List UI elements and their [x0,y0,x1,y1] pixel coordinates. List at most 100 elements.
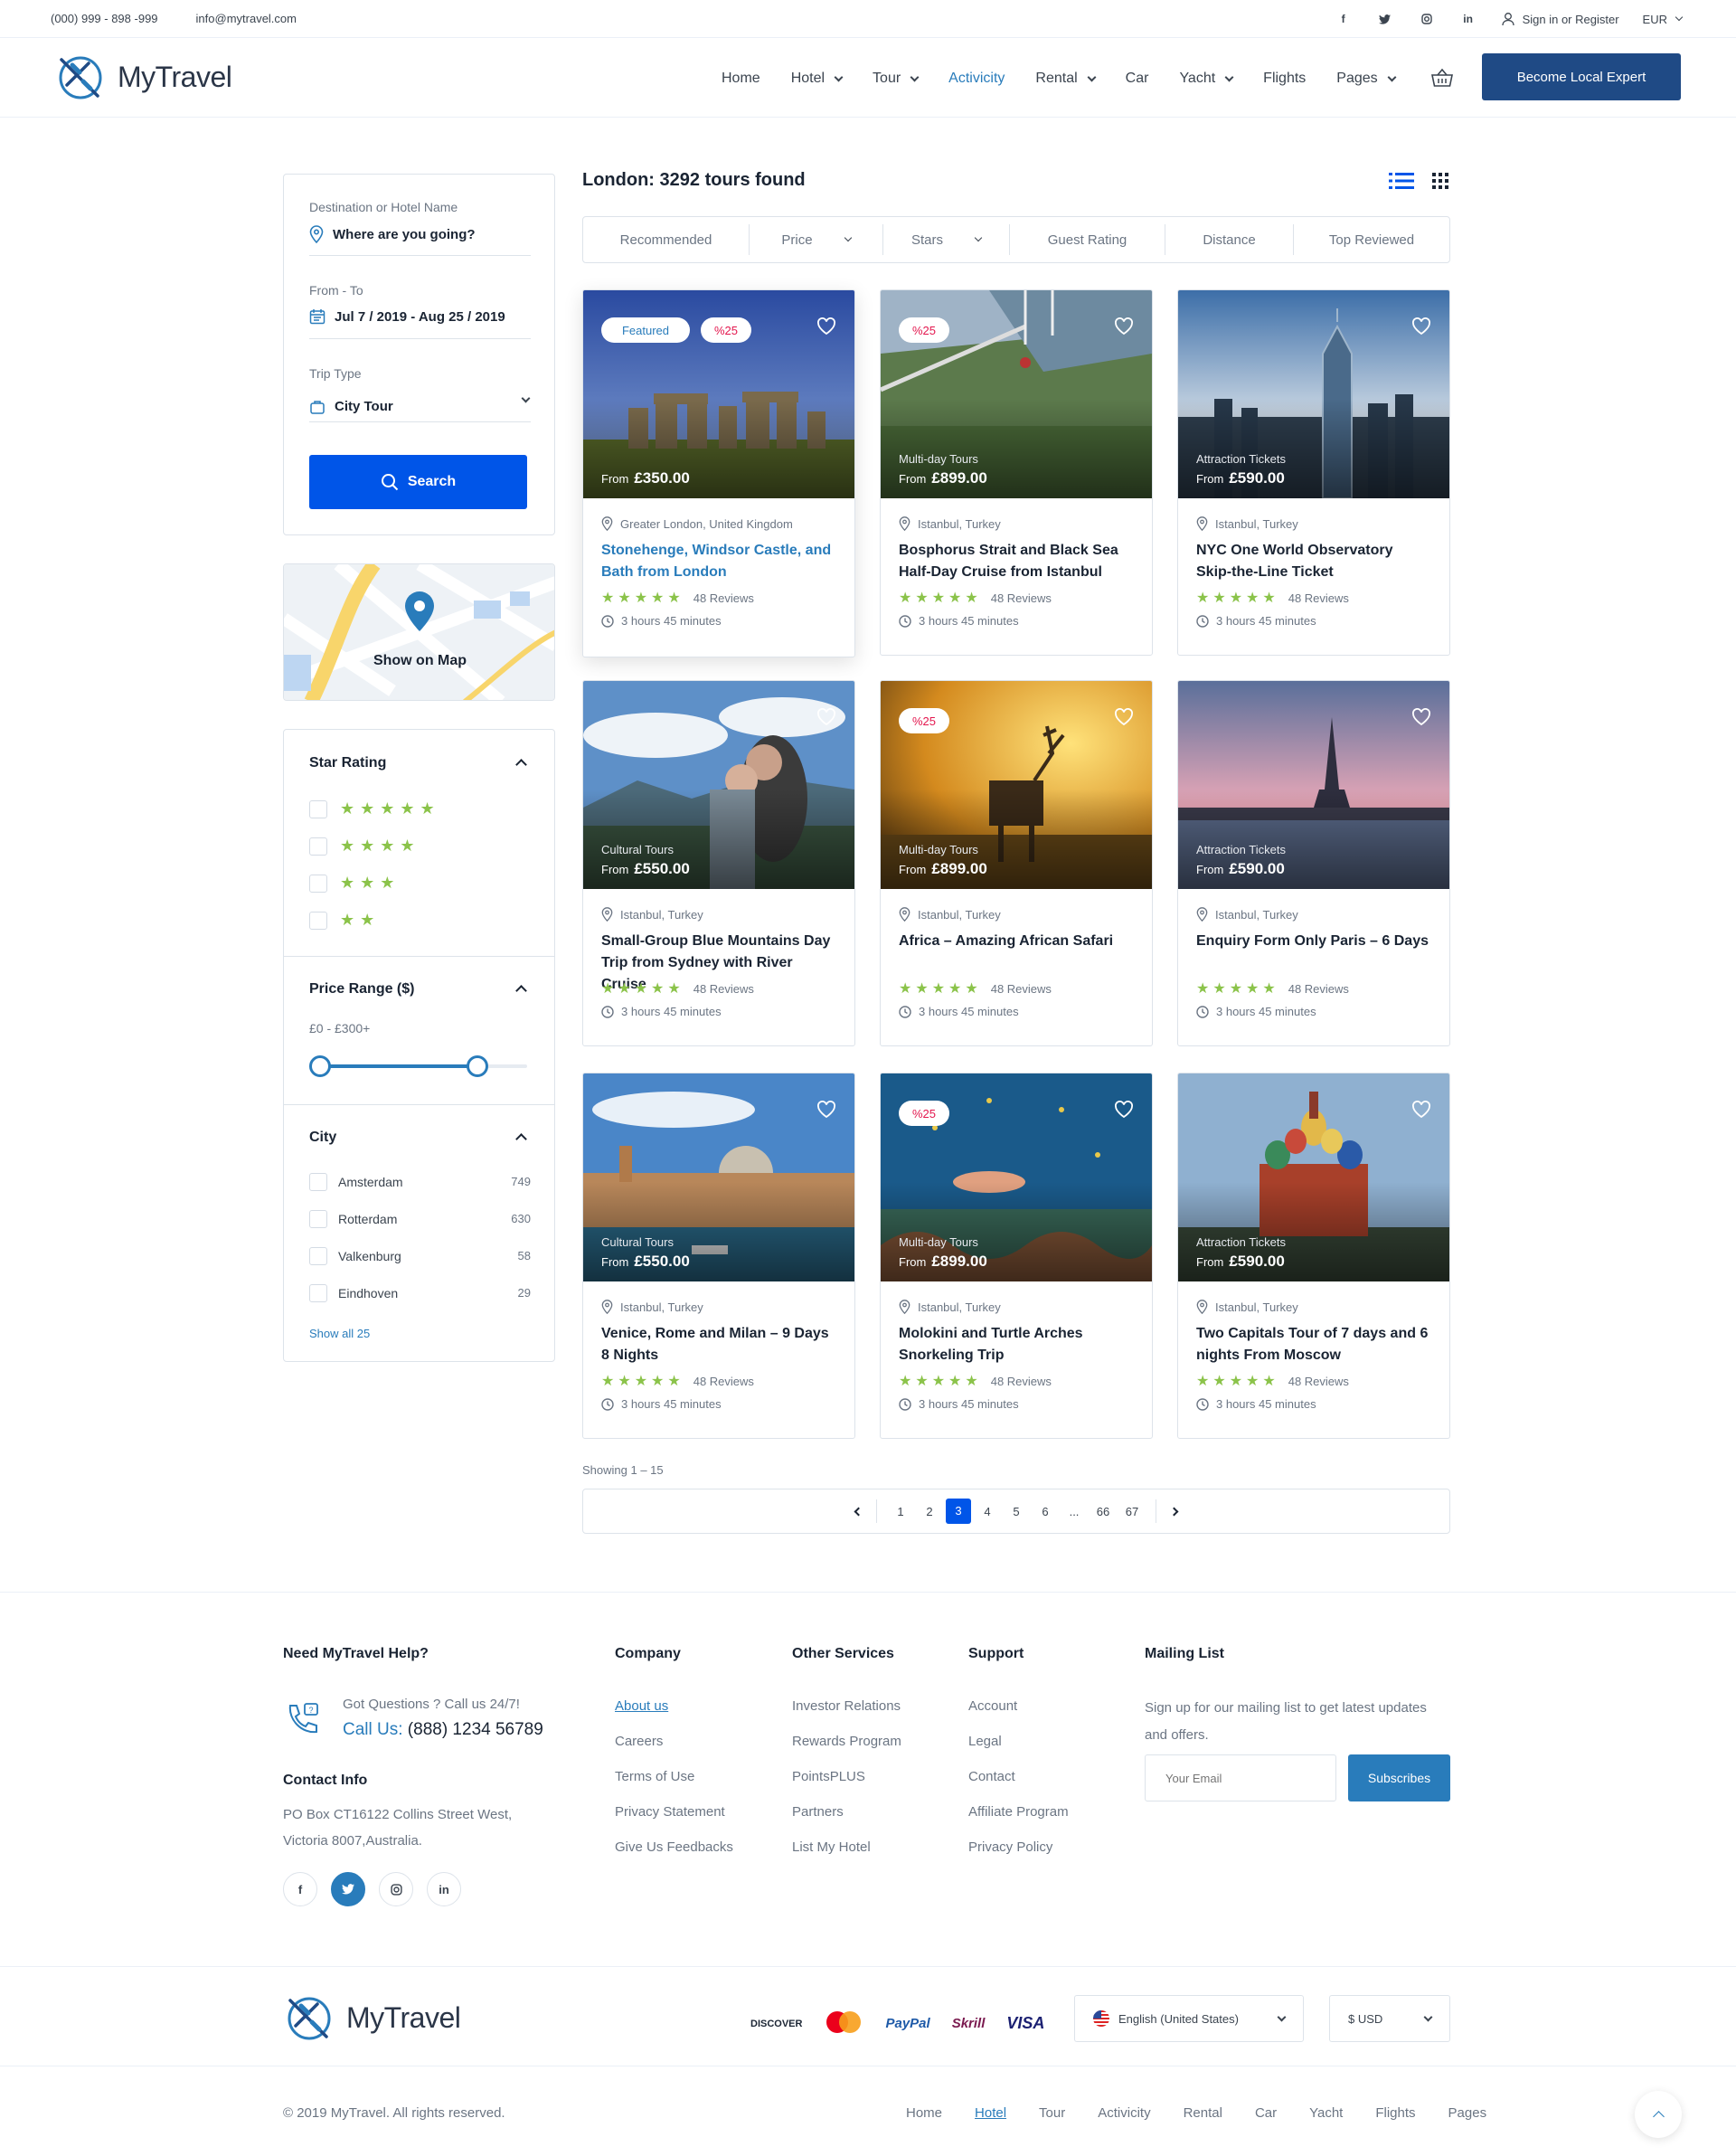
city-filter-eindhoven[interactable]: Eindhoven 29 [309,1281,531,1305]
show-on-map-card[interactable]: Show on Map [283,563,555,701]
destination-field[interactable]: Where are you going? [309,225,531,256]
call-us[interactable]: Call Us: (888) 1234 56789 [343,1720,543,1740]
tour-card[interactable]: %25 Multi-day Tours From £899.00 Istanbul, T… [880,680,1153,1046]
tour-image[interactable]: %25 Multi-day Tours From £899.00 [881,1073,1152,1281]
bottom-nav-pages[interactable]: Pages [1448,2105,1487,2121]
star-filter-2[interactable]: ★★ [309,908,440,932]
currency-select[interactable]: $ USD [1329,1995,1450,2042]
next-page-button[interactable] [1156,1499,1192,1523]
twitter-icon[interactable] [1376,10,1394,28]
grid-view-icon[interactable] [1432,173,1448,192]
checkbox[interactable] [309,837,327,856]
page-3[interactable]: 3 [946,1499,971,1524]
bottom-nav-yacht[interactable]: Yacht [1309,2105,1343,2121]
tour-card[interactable]: Attraction Tickets From £590.00 Istanbul, T… [1177,1073,1450,1439]
sort-tab-price[interactable]: Price [750,224,883,255]
bottom-nav-flights[interactable]: Flights [1375,2105,1415,2121]
logo[interactable]: MyTravel [54,51,232,103]
checkbox[interactable] [309,1246,327,1265]
tour-image[interactable]: Cultural Tours From £550.00 [583,1073,854,1281]
bottom-nav-activicity[interactable]: Activicity [1098,2105,1150,2121]
bottom-nav-tour[interactable]: Tour [1039,2105,1065,2121]
chevron-up-icon[interactable] [515,985,527,997]
nav-item-yacht[interactable]: Yacht [1179,71,1234,87]
tour-card[interactable]: Attraction Tickets From £590.00 Istanbul, T… [1177,680,1450,1046]
nav-item-tour[interactable]: Tour [873,71,920,87]
footer-link[interactable]: List My Hotel [792,1839,901,1855]
price-slider[interactable] [309,1055,527,1077]
star-filter-4[interactable]: ★★★★ [309,834,440,858]
sort-tab-stars[interactable]: Stars [883,224,1010,255]
star-filter-3[interactable]: ★★★ [309,871,440,895]
phone-text[interactable]: (000) 999 - 898 -999 [51,12,158,25]
tour-title[interactable]: Stonehenge, Windsor Castle, and Bath fro… [601,540,836,583]
email-text[interactable]: info@mytravel.com [196,12,297,25]
subscribe-button[interactable]: Subscribes [1348,1754,1450,1801]
chevron-up-icon[interactable] [515,1133,527,1145]
city-filter-valkenburg[interactable]: Valkenburg 58 [309,1243,531,1268]
footer-link[interactable]: Account [968,1698,1069,1714]
signin-link[interactable]: Sign in or Register [1501,12,1619,26]
heart-icon[interactable] [816,1101,836,1121]
footer-logo[interactable]: MyTravel [283,1991,461,2044]
chevron-up-icon[interactable] [515,759,527,771]
footer-link[interactable]: Partners [792,1804,901,1820]
heart-icon[interactable] [1114,1101,1134,1121]
tour-title[interactable]: Two Capitals Tour of 7 days and 6 nights… [1196,1323,1431,1366]
footer-link[interactable]: Terms of Use [615,1769,733,1784]
tour-title[interactable]: Africa – Amazing African Safari [899,931,1134,974]
heart-icon[interactable] [1114,317,1134,337]
footer-link[interactable]: About us [615,1698,733,1714]
trip-type-select[interactable]: City Tour [309,392,531,422]
heart-icon[interactable] [816,317,836,337]
heart-icon[interactable] [1411,317,1431,337]
prev-page-button[interactable] [841,1499,877,1523]
heart-icon[interactable] [1411,708,1431,728]
linkedin-icon[interactable]: in [1459,10,1477,28]
tour-image[interactable]: Attraction Tickets From £590.00 [1178,681,1449,889]
nav-item-flights[interactable]: Flights [1263,71,1306,87]
sort-tab-recommended[interactable]: Recommended [583,224,750,255]
language-select[interactable]: English (United States) [1074,1995,1304,2042]
page-1[interactable]: 1 [886,1505,915,1518]
tour-title[interactable]: Small-Group Blue Mountains Day Trip from… [601,931,836,992]
tour-card[interactable]: %25 Multi-day Tours From £899.00 Istanbul, T… [880,1073,1153,1439]
show-all-cities-link[interactable]: Show all 25 [309,1327,370,1340]
sort-tab-distance[interactable]: Distance [1165,224,1294,255]
nav-item-home[interactable]: Home [722,71,760,87]
facebook-icon[interactable]: f [283,1872,317,1906]
cart-icon[interactable] [1430,67,1454,91]
tour-title[interactable]: Enquiry Form Only Paris – 6 Days [1196,931,1431,974]
nav-item-rental[interactable]: Rental [1035,71,1097,87]
footer-link[interactable]: Rewards Program [792,1734,901,1749]
tour-title[interactable]: Venice, Rome and Milan – 9 Days 8 Nights [601,1323,836,1366]
tour-title[interactable]: Bosphorus Strait and Black Sea Half-Day … [899,540,1134,583]
tour-card[interactable]: %25 Multi-day Tours From £899.00 Istanbul, T… [880,289,1153,656]
heart-icon[interactable] [1114,708,1134,728]
tour-image[interactable]: Featured %25 From £350.00 [583,290,854,498]
tour-image[interactable]: %25 Multi-day Tours From £899.00 [881,681,1152,889]
nav-item-car[interactable]: Car [1126,71,1149,87]
tour-card[interactable]: Attraction Tickets From £590.00 Istanbul, T… [1177,289,1450,656]
tour-image[interactable]: Attraction Tickets From £590.00 [1178,1073,1449,1281]
page-66[interactable]: 66 [1089,1505,1118,1518]
tour-image[interactable]: Attraction Tickets From £590.00 [1178,290,1449,498]
footer-link[interactable]: Contact [968,1769,1069,1784]
checkbox[interactable] [309,911,327,930]
checkbox[interactable] [309,1209,327,1228]
page-67[interactable]: 67 [1118,1505,1146,1518]
footer-link[interactable]: Investor Relations [792,1698,901,1714]
back-to-top-button[interactable] [1635,2091,1682,2138]
list-view-icon[interactable] [1389,172,1414,193]
tour-image[interactable]: %25 Multi-day Tours From £899.00 [881,290,1152,498]
sort-tab-top-reviewed[interactable]: Top Reviewed [1294,224,1449,255]
tour-title[interactable]: Molokini and Turtle Arches Snorkeling Tr… [899,1323,1134,1366]
footer-link[interactable]: Affiliate Program [968,1804,1069,1820]
search-button[interactable]: Search [309,455,527,509]
slider-max-handle[interactable] [466,1055,488,1077]
slider-min-handle[interactable] [309,1055,332,1077]
bottom-nav-rental[interactable]: Rental [1184,2105,1222,2121]
mailing-email-input[interactable] [1145,1754,1336,1801]
instagram-icon[interactable] [379,1872,413,1906]
star-filter-5[interactable]: ★★★★★ [309,797,440,821]
